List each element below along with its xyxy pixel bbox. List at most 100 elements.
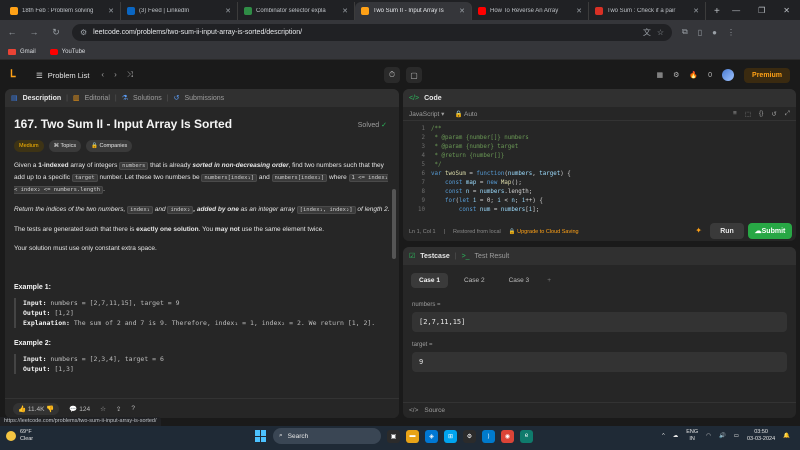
restore-icon[interactable]: ❐ xyxy=(758,6,765,15)
shuffle-icon[interactable]: ⤨ xyxy=(127,70,133,80)
battery-icon[interactable]: ▭ xyxy=(734,433,739,439)
new-tab-button[interactable]: + xyxy=(706,2,728,20)
tab-close-icon[interactable]: ✕ xyxy=(576,7,582,15)
translate-icon[interactable]: 文 xyxy=(643,27,651,38)
tab-test-result[interactable]: Test Result xyxy=(475,253,510,260)
settings-icon[interactable]: ⚙ xyxy=(673,71,679,79)
language-indicator[interactable]: ENG IN xyxy=(686,429,698,443)
tab-editorial[interactable]: Editorial xyxy=(85,95,110,102)
favorite-icon[interactable]: ☆ xyxy=(100,405,106,413)
source-toggle[interactable]: </> Source xyxy=(403,402,796,418)
testcase-panel: ☑ Testcase | >_ Test Result Case 1 Case … xyxy=(403,247,796,418)
chevron-up-icon[interactable]: ^ xyxy=(662,433,665,439)
browser-tab[interactable]: How To Reverse An Array ✕ xyxy=(472,2,589,20)
notes-icon[interactable]: ▢ xyxy=(406,67,422,83)
bookmark-star-icon[interactable]: ☆ xyxy=(657,28,664,37)
task-view-icon[interactable]: ▣ xyxy=(387,429,400,443)
streak-icon[interactable]: 🔥 xyxy=(689,71,698,79)
volume-icon[interactable]: 🔊 xyxy=(719,433,726,439)
magic-wand-icon[interactable]: ✦ xyxy=(695,226,702,235)
browser-tab[interactable]: 18th Feb : Problem solving ✕ xyxy=(4,2,121,20)
minimize-icon[interactable]: — xyxy=(732,6,740,15)
omnibox[interactable]: ⚙ leetcode.com/problems/two-sum-ii-input… xyxy=(72,23,672,41)
code-editor[interactable]: 1/** 2 * @param {number[]} numbers 3 * @… xyxy=(403,125,796,213)
profile-icon[interactable]: ● xyxy=(712,28,717,37)
submit-button[interactable]: ☁ Submit xyxy=(748,223,792,239)
leetcode-icon xyxy=(10,7,18,15)
tab-close-icon[interactable]: ✕ xyxy=(108,7,114,15)
format-icon[interactable]: ≡ xyxy=(733,110,737,118)
bookmark-gmail[interactable]: Gmail xyxy=(8,48,36,55)
tab-close-icon[interactable]: ✕ xyxy=(459,7,465,15)
share-icon[interactable]: ⇪ xyxy=(116,405,121,413)
timer-icon[interactable]: ⏱ xyxy=(384,67,400,83)
forward-icon[interactable]: → xyxy=(28,27,40,37)
run-button[interactable]: Run xyxy=(710,223,744,239)
extension-icon[interactable]: ⧉ xyxy=(682,27,688,37)
topics-chip[interactable]: ⌘ Topics xyxy=(48,140,82,152)
tab-close-icon[interactable]: ✕ xyxy=(342,7,348,15)
braces-icon[interactable]: {} xyxy=(759,110,763,118)
prev-problem-icon[interactable]: ‹ xyxy=(101,70,104,80)
tab-close-icon[interactable]: ✕ xyxy=(225,7,231,15)
companies-chip[interactable]: 🔒 Companies xyxy=(86,140,133,152)
case-1-tab[interactable]: Case 1 xyxy=(411,273,448,288)
settings-app-icon[interactable]: ⚙ xyxy=(463,429,476,443)
url-text[interactable]: leetcode.com/problems/two-sum-ii-input-a… xyxy=(93,29,637,36)
tab-list: 18th Feb : Problem solving ✕ (3) Feed | Li… xyxy=(4,2,706,20)
language-select[interactable]: JavaScript ▾ xyxy=(409,110,444,118)
help-icon[interactable]: ? xyxy=(131,405,135,412)
next-problem-icon[interactable]: › xyxy=(114,70,117,80)
start-icon[interactable] xyxy=(255,430,267,442)
layout-icon[interactable]: ▦ xyxy=(657,71,664,79)
description-scrollbar[interactable] xyxy=(392,189,396,259)
browser-tab[interactable]: Two Sum II - Input Array Is ✕ xyxy=(355,2,472,20)
close-icon[interactable]: ✕ xyxy=(783,6,790,15)
like-button[interactable]: 👍 11.4K 👎 xyxy=(13,402,60,415)
target-input[interactable]: 9 xyxy=(412,352,787,372)
microsoft-store-icon[interactable]: ⊞ xyxy=(444,429,457,443)
notifications-icon[interactable]: 🔔 xyxy=(783,433,790,439)
tab-description[interactable]: Description xyxy=(23,95,62,102)
avatar[interactable] xyxy=(722,69,735,81)
case-2-tab[interactable]: Case 2 xyxy=(456,273,493,288)
copilot-icon[interactable]: ◈ xyxy=(425,429,438,443)
bookmark-icon[interactable]: ⬚ xyxy=(745,110,751,118)
tab-submissions[interactable]: Submissions xyxy=(185,95,225,102)
numbers-input[interactable]: [2,7,11,15] xyxy=(412,312,787,332)
tab-close-icon[interactable]: ✕ xyxy=(693,7,699,15)
premium-button[interactable]: Premium xyxy=(744,67,790,83)
comments-button[interactable]: 💬 124 xyxy=(69,405,90,413)
reload-icon[interactable]: ↻ xyxy=(50,27,62,38)
upgrade-link[interactable]: 🔒 Upgrade to Cloud Saving xyxy=(509,229,579,235)
menu-icon[interactable]: ⋮ xyxy=(727,28,735,37)
example-1-box: Input: numbers = [2,7,11,15], target = 9… xyxy=(14,298,390,328)
description-content: 167. Two Sum II - Input Array Is Sorted … xyxy=(5,107,399,398)
chrome-icon[interactable]: ◉ xyxy=(501,429,514,443)
onedrive-icon[interactable]: ☁ xyxy=(673,433,679,439)
clock[interactable]: 03:50 03-03-2024 xyxy=(747,429,775,443)
edge-icon[interactable]: e xyxy=(520,429,533,443)
reset-icon[interactable]: ↺ xyxy=(771,110,776,118)
vscode-icon[interactable]: ⟩ xyxy=(482,429,495,443)
browser-tab[interactable]: Combinator selector expla ✕ xyxy=(238,2,355,20)
problem-title[interactable]: 167. Two Sum II - Input Array Is Sorted xyxy=(14,117,390,131)
file-explorer-icon[interactable]: ▬ xyxy=(406,429,419,443)
sidepanel-icon[interactable]: ▯ xyxy=(698,28,702,37)
add-case-button[interactable]: + xyxy=(545,273,553,288)
bookmark-youtube[interactable]: YouTube xyxy=(49,48,85,55)
problem-list-button[interactable]: ☰ Problem List xyxy=(36,71,89,80)
tab-solutions[interactable]: Solutions xyxy=(133,95,162,102)
auto-mode-toggle[interactable]: 🔒 Auto xyxy=(454,110,477,118)
browser-tab[interactable]: (3) Feed | LinkedIn ✕ xyxy=(121,2,238,20)
leetcode-logo-icon[interactable]: ᒪ xyxy=(10,69,22,81)
weather-widget[interactable]: 69°F Clear xyxy=(6,429,33,443)
fullscreen-icon[interactable]: ⤢ xyxy=(785,110,790,118)
back-icon[interactable]: ← xyxy=(6,27,18,37)
browser-tab[interactable]: Two Sum : Check if a pair ✕ xyxy=(589,2,706,20)
tab-testcase[interactable]: Testcase xyxy=(420,253,449,260)
wifi-icon[interactable]: ◠ xyxy=(706,433,711,439)
case-3-tab[interactable]: Case 3 xyxy=(501,273,538,288)
taskbar-search[interactable]: ⌕ Search xyxy=(273,428,381,444)
site-info-icon[interactable]: ⚙ xyxy=(80,28,87,37)
